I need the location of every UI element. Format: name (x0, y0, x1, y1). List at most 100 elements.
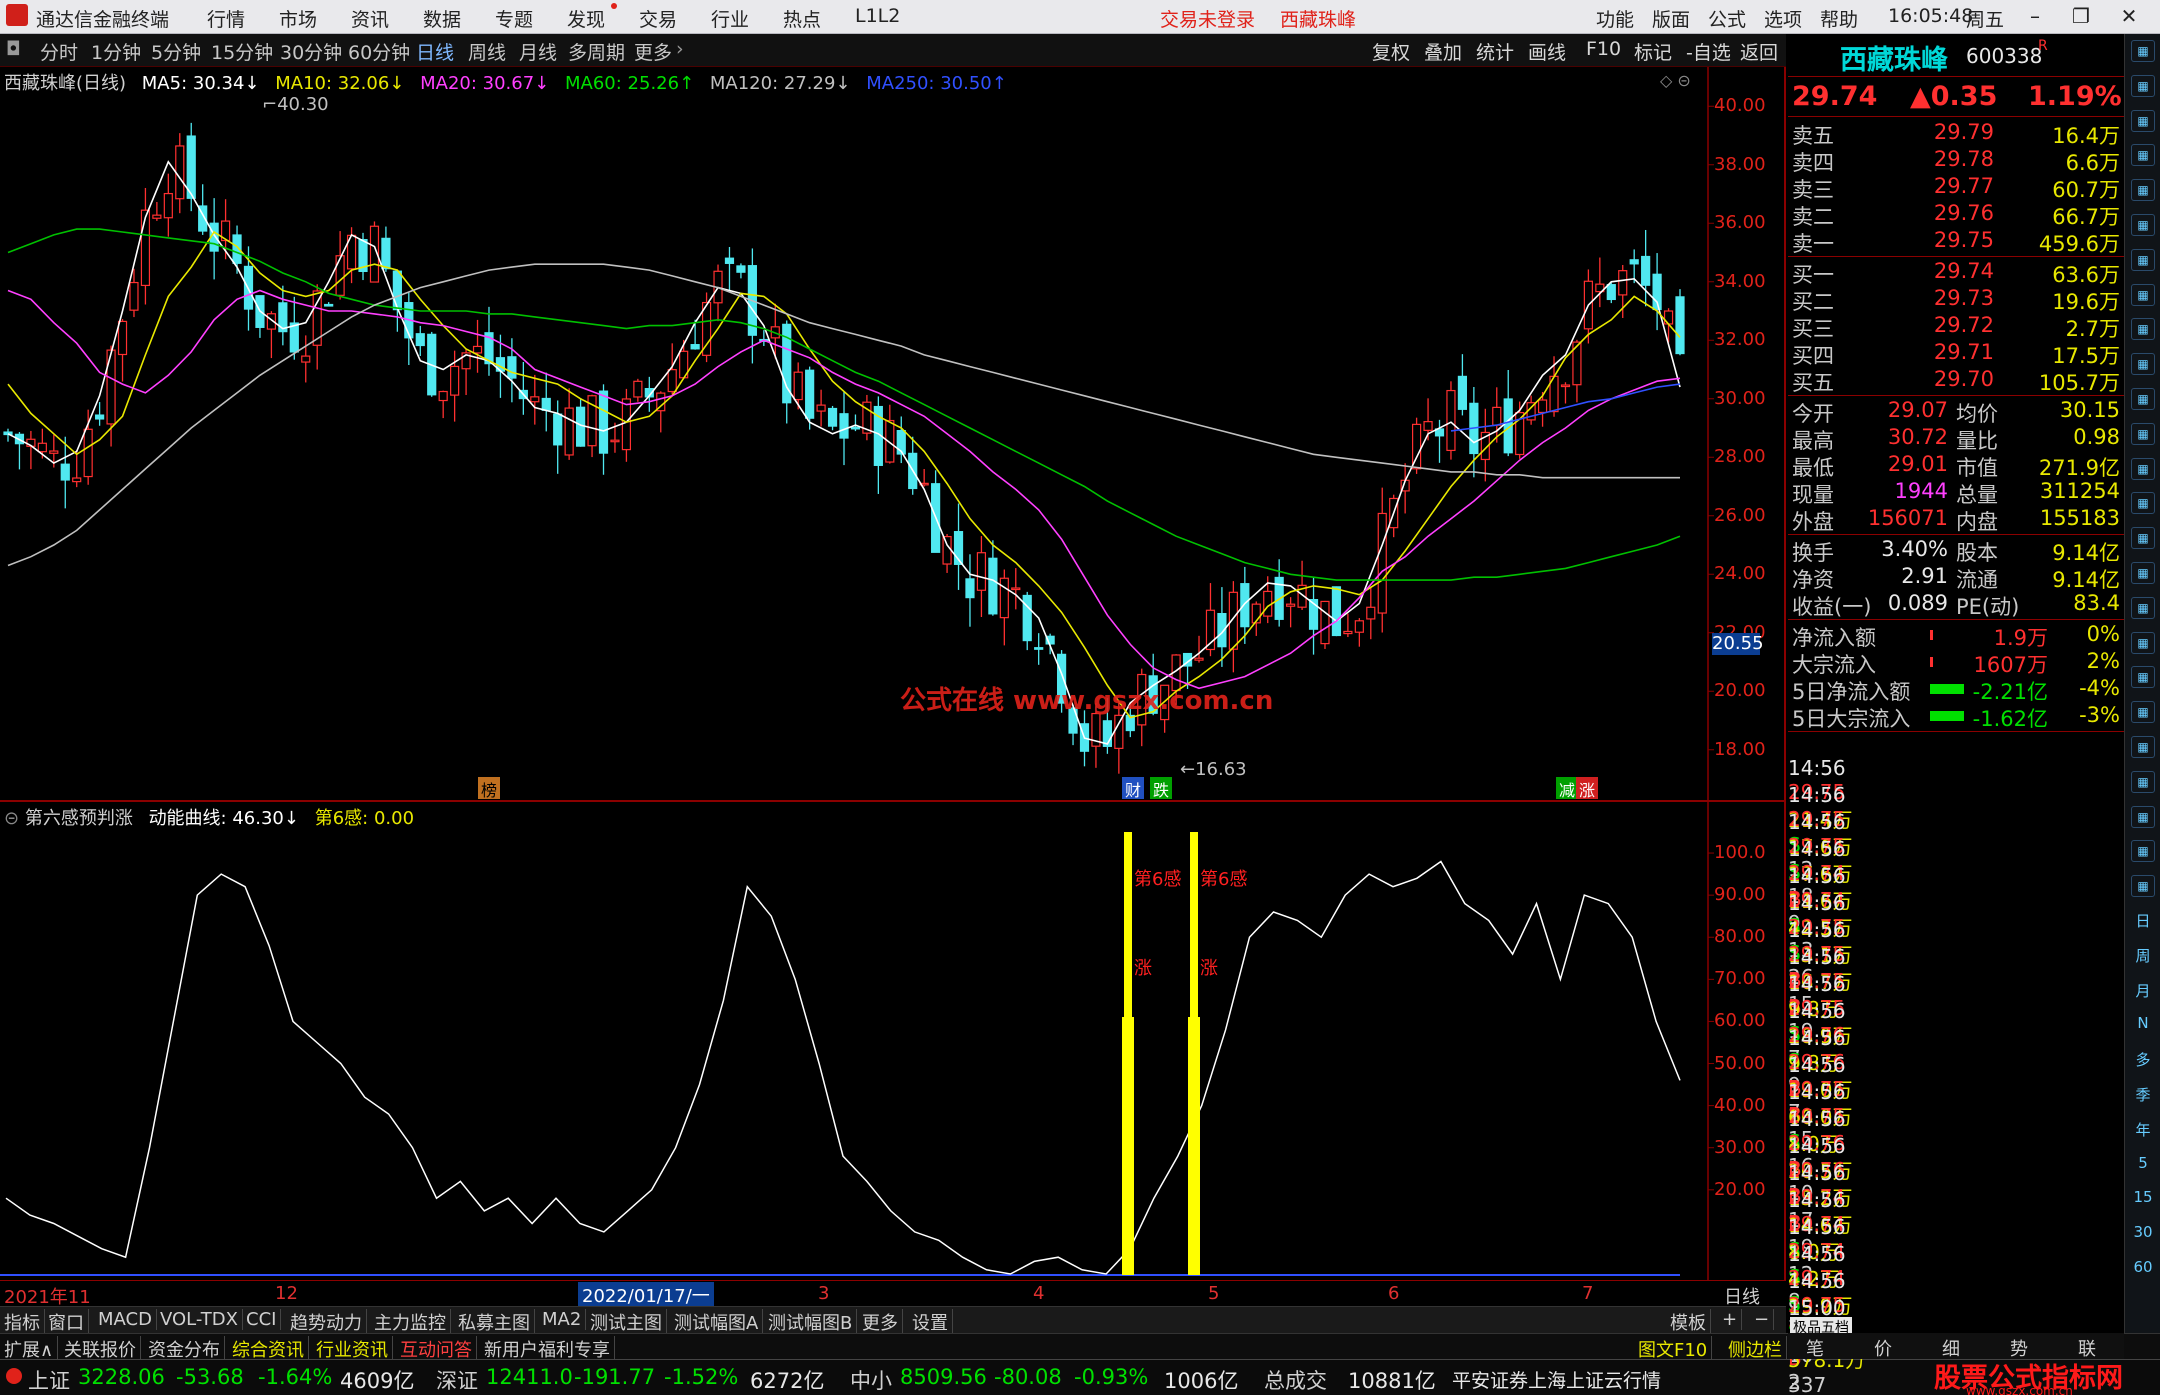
toolbar-icon-2[interactable]: ▦ (2131, 74, 2155, 97)
menu-shuju[interactable]: 数据 (423, 5, 461, 32)
bid-row[interactable]: 买三 29.72 2.7万 (1788, 313, 2124, 341)
bid-row[interactable]: 买二 29.73 19.6万 (1788, 286, 2124, 314)
period-5min[interactable]: 5分钟 (151, 38, 201, 65)
toolbar-icon-36[interactable]: 60 (2131, 1258, 2155, 1276)
tab-zhibiao[interactable]: 指标 (0, 1309, 45, 1335)
tab-zhuli[interactable]: 主力监控 (370, 1309, 451, 1335)
sh-label[interactable]: 上证 (28, 1365, 70, 1395)
menu-zhuanti[interactable]: 专题 (495, 5, 533, 32)
tick-row[interactable]: 14:5629.744.2万S7 (1788, 1215, 2124, 1340)
tab-ma2[interactable]: MA2 (538, 1309, 587, 1330)
menu-hangye[interactable]: 行业 (711, 5, 749, 32)
restore-button[interactable]: ❐ (2064, 2, 2098, 30)
sz-label[interactable]: 深证 (436, 1365, 478, 1395)
toolbar-icon-35[interactable]: 30 (2131, 1223, 2155, 1241)
toolbar-icon-33[interactable]: 5 (2131, 1154, 2155, 1172)
menu-gongshi[interactable]: 公式 (1708, 5, 1746, 32)
detail-tab-bi[interactable]: 笔 (1806, 1335, 1824, 1361)
tick-row[interactable]: 14:56 29.75 16.7万 B 19 (1788, 918, 2124, 1043)
tick-row[interactable]: 14:56 29.74 14.6万 S 12 (1788, 1161, 2124, 1286)
bid-row[interactable]: 买五 29.70 105.7万 (1788, 367, 2124, 395)
toolbar-icon-12[interactable]: ▦ (2131, 422, 2155, 445)
toolbar-icon-25[interactable]: ▦ (2131, 875, 2155, 898)
marker-bang[interactable]: 榜 (478, 777, 500, 800)
close-button[interactable]: ✕ (2112, 2, 2146, 30)
toolbar-icon-9[interactable]: ▦ (2131, 318, 2155, 341)
tick-row[interactable]: 14:56 29.76 15.2万 B 19 (1788, 1134, 2124, 1259)
indicator-chart[interactable]: ⊝ 第六感预判涨 动能曲线: 46.30↓ 第6感: 0.00 100.0 90.… (0, 800, 1786, 1282)
ask-row[interactable]: 卖三 29.77 60.7万 (1788, 174, 2124, 202)
period-15min[interactable]: 15分钟 (211, 38, 273, 65)
toolbar-icon-4[interactable]: ▦ (2131, 144, 2155, 167)
btn-diejia[interactable]: 叠加 (1424, 38, 1462, 65)
period-weekly[interactable]: 周线 (468, 38, 506, 65)
btn-fuquan[interactable]: 复权 (1372, 38, 1410, 65)
tick-row[interactable]: 14:56 29.75 8.0万 B 10 (1788, 1080, 2124, 1205)
toolbar-icon-26[interactable]: 日 (2131, 910, 2155, 931)
period-fenshi[interactable]: 分时 (40, 38, 78, 65)
marker-zhang[interactable]: 涨 (1576, 777, 1598, 800)
menu-faxian[interactable]: 发现 (567, 5, 605, 32)
period-monthly[interactable]: 月线 (519, 38, 557, 65)
tab-vol[interactable]: VOL-TDX (156, 1309, 243, 1330)
ask-row[interactable]: 卖一 29.75 459.6万 (1788, 228, 2124, 256)
toolbar-icon-8[interactable]: ▦ (2131, 283, 2155, 306)
toolbar-icon-10[interactable]: ▦ (2131, 353, 2155, 376)
menu-gongneng[interactable]: 功能 (1596, 5, 1634, 32)
toolbar-icon-28[interactable]: 月 (2131, 980, 2155, 1001)
tab-ceshi-a[interactable]: 测试幅图A (670, 1309, 764, 1335)
tick-row[interactable]: 14:56 29.75 66.0万 S 16 (1788, 1053, 2124, 1178)
tick-row[interactable]: 14:56 29.75 9.8万 S 7 (1788, 945, 2124, 1070)
toolbar-icon-23[interactable]: ▦ (2131, 805, 2155, 828)
menu-hangqing[interactable]: 行情 (207, 5, 245, 32)
toolbar-icon-7[interactable]: ▦ (2131, 248, 2155, 271)
menu-shichang[interactable]: 市场 (279, 5, 317, 32)
tab-cci[interactable]: CCI (242, 1309, 282, 1330)
marker-die[interactable]: 跌 (1150, 777, 1172, 800)
ask-row[interactable]: 卖四 29.78 6.6万 (1788, 147, 2124, 175)
menu-redian[interactable]: 热点 (783, 5, 821, 32)
tick-row[interactable]: 14:56 29.76 20.5万 B 17 (1788, 1107, 2124, 1232)
menu-xuanxiang[interactable]: 选项 (1764, 5, 1802, 32)
tick-row[interactable]: 14:56 29.74 8.0万 S 8 (1788, 1188, 2124, 1313)
marker-cai[interactable]: 财 (1122, 777, 1144, 800)
period-60min[interactable]: 60分钟 (348, 38, 410, 65)
tab-more[interactable]: 更多 (858, 1309, 903, 1335)
tab-ceshi-zhutu[interactable]: 测试主图 (586, 1309, 667, 1335)
panel-toggle-icon[interactable]: ◘ (6, 38, 21, 60)
toolbar-icon-20[interactable]: ▦ (2131, 701, 2155, 724)
toolbar-icon-34[interactable]: 15 (2131, 1188, 2155, 1206)
menu-banmian[interactable]: 版面 (1652, 5, 1690, 32)
toolbar-icon-6[interactable]: ▦ (2131, 214, 2155, 236)
menu-zixun[interactable]: 资讯 (351, 5, 389, 32)
toolbar-icon-30[interactable]: 多 (2131, 1049, 2155, 1070)
tab-qushi[interactable]: 趋势动力 (286, 1309, 367, 1335)
kline-chart[interactable]: 西藏珠峰(日线) MA5: 30.34↓ MA10: 32.06↓ MA20: … (0, 67, 1786, 800)
ask-row[interactable]: 卖五 29.79 16.4万 (1788, 120, 2124, 148)
detail-tab-jia[interactable]: 价 (1874, 1335, 1892, 1361)
tick-row[interactable]: 14:56 29.76 9.8万 B 7 (1788, 999, 2124, 1124)
menu-bangzhu[interactable]: 帮助 (1820, 5, 1858, 32)
toolbar-icon-3[interactable]: ▦ (2131, 109, 2155, 132)
toolbar-icon-31[interactable]: 季 (2131, 1084, 2155, 1105)
tick-row[interactable]: 14:56 29.75 28.9万 S 9 (1788, 972, 2124, 1097)
tick-row[interactable]: 14:5629.754.8万B2 (1788, 1269, 2124, 1394)
tab-macd[interactable]: MACD (94, 1309, 157, 1330)
toolbar-icon-32[interactable]: 年 (2131, 1119, 2155, 1140)
period-daily[interactable]: 日线 (416, 38, 454, 65)
tab-settings[interactable]: 设置 (908, 1309, 953, 1335)
bid-row[interactable]: 买一 29.74 63.6万 (1788, 259, 2124, 287)
tab-remove[interactable]: − (1750, 1309, 1775, 1330)
period-30min[interactable]: 30分钟 (280, 38, 342, 65)
toolbar-icon-13[interactable]: ▦ (2131, 457, 2155, 480)
zx-label[interactable]: 中小 (850, 1365, 892, 1395)
toolbar-icon-14[interactable]: ▦ (2131, 492, 2155, 515)
tick-row[interactable]: 14:56 29.75 21.4万 S 12 (1788, 756, 2124, 881)
btn-fanhui[interactable]: 返回 (1740, 38, 1778, 65)
period-more[interactable]: 更多 (634, 38, 672, 65)
tab-simu[interactable]: 私募主图 (454, 1309, 535, 1335)
tick-row[interactable]: 14:5629.7419.9万S10 (1788, 1242, 2124, 1367)
detail-tab-lian[interactable]: 联 (2078, 1335, 2096, 1361)
btn-biaoji[interactable]: 标记 (1634, 38, 1672, 65)
toolbar-icon-17[interactable]: ▦ (2131, 596, 2155, 619)
